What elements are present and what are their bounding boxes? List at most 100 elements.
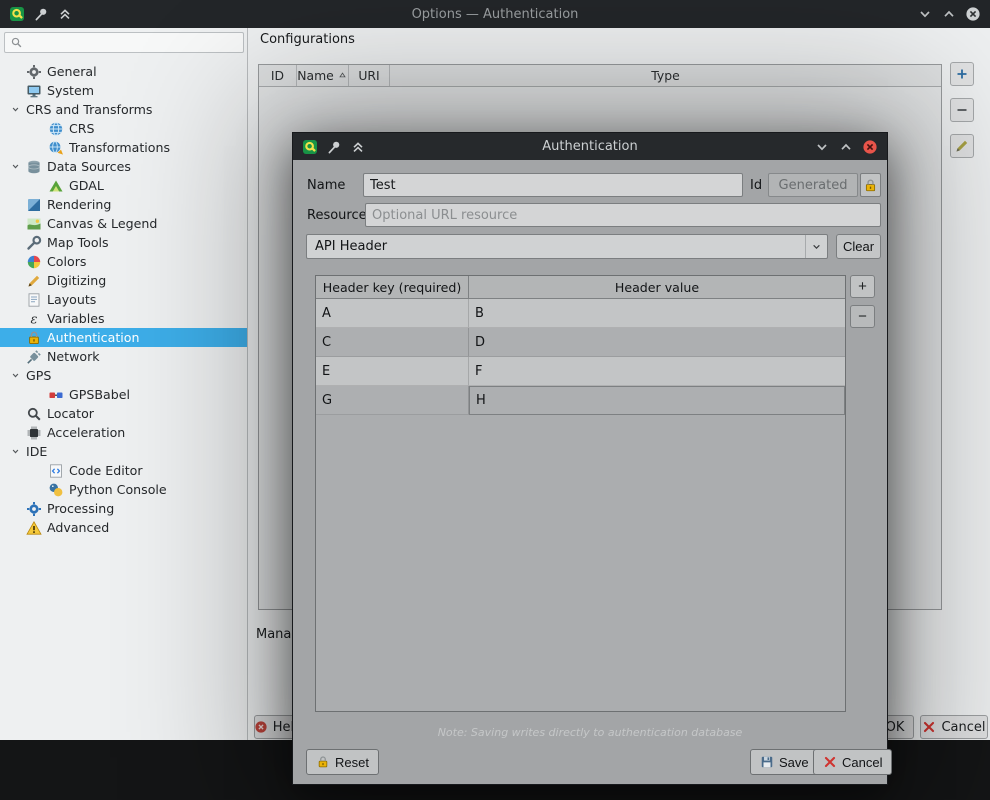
sidebar-item-label: GDAL [69,178,104,193]
sidebar-item-layouts[interactable]: Layouts [0,290,247,309]
remove-config-button[interactable] [950,98,974,122]
expander-chevron-icon[interactable] [4,445,26,458]
shade-double-chevron-up-icon[interactable] [57,6,73,22]
sidebar-item-gdal[interactable]: GDAL [0,176,247,195]
sidebar-item-general[interactable]: General [0,62,247,81]
header-value-cell[interactable]: H [469,386,845,415]
sidebar-item-variables[interactable]: ε Variables [0,309,247,328]
sidebar-item-locator[interactable]: Locator [0,404,247,423]
lock-icon [26,330,42,346]
sidebar-item-transformations[interactable]: Transformations [0,138,247,157]
canvas-icon [26,216,42,232]
transform-globe-icon [48,140,64,156]
sidebar-item-rendering[interactable]: Rendering [0,195,247,214]
shade-double-chevron-up-icon[interactable] [350,139,366,155]
expander-chevron-icon[interactable] [4,160,26,173]
gdal-icon [48,178,64,194]
clear-button[interactable]: Clear [836,234,881,259]
save-button[interactable]: Save [750,749,819,775]
sidebar-item-label: CRS [69,121,95,136]
sidebar-item-label: Variables [47,311,105,326]
header-key-cell[interactable]: A [316,299,469,328]
dialog-close-icon[interactable] [862,139,878,155]
column-header-uri[interactable]: URI [349,65,390,86]
sidebar-item-processing[interactable]: Processing [0,499,247,518]
expander-spacer [4,293,26,306]
expander-chevron-icon[interactable] [4,103,26,116]
sidebar-item-network[interactable]: Network [0,347,247,366]
kv-column-header-key[interactable]: Header key (required) [316,276,469,299]
expander-spacer [4,198,26,211]
maximize-chevron-up-icon[interactable] [941,6,957,22]
edit-config-button[interactable] [950,134,974,158]
sidebar-item-ide[interactable]: IDE [0,442,247,461]
gear-icon [26,64,42,80]
pin-icon[interactable] [326,139,342,155]
options-tree: GeneralSystemCRS and Transforms CRS Transf… [0,60,247,740]
column-header-type[interactable]: Type [390,65,941,86]
minimize-chevron-down-icon[interactable] [917,6,933,22]
close-icon[interactable] [965,6,981,22]
sidebar-item-crs[interactable]: CRS [0,119,247,138]
window-controls [917,6,981,22]
maximize-chevron-up-icon[interactable] [838,139,854,155]
header-value-cell[interactable]: D [469,328,845,357]
cancel-x-icon [823,755,837,769]
epsilon-icon: ε [26,311,42,327]
resource-field[interactable] [365,203,881,227]
sidebar-item-label: Rendering [47,197,111,212]
colors-icon [26,254,42,270]
auth-method-combo[interactable]: API Header [306,234,828,259]
header-row-4[interactable]: GH [316,386,845,415]
cancel-x-icon [922,720,936,734]
sidebar-item-crs-and-transforms[interactable]: CRS and Transforms [0,100,247,119]
cancel-button[interactable]: Cancel [920,715,988,739]
note-text: Note: Saving writes directly to authenti… [293,726,887,739]
dialog-cancel-button[interactable]: Cancel [813,749,892,775]
sort-asc-icon [337,70,348,81]
header-key-cell[interactable]: C [316,328,469,357]
column-header-name[interactable]: Name [297,65,349,86]
sidebar-item-data-sources[interactable]: Data Sources [0,157,247,176]
sidebar-item-python-console[interactable]: Python Console [0,480,247,499]
search-input[interactable] [27,36,238,50]
reset-button[interactable]: Reset [306,749,379,775]
column-header-id[interactable]: ID [259,65,297,86]
sidebar-item-label: Canvas & Legend [47,216,157,231]
header-row-2[interactable]: CD [316,328,845,357]
minimize-chevron-down-icon[interactable] [814,139,830,155]
sidebar-item-map-tools[interactable]: Map Tools [0,233,247,252]
search-box[interactable] [4,32,244,53]
add-header-button[interactable]: + [850,275,875,298]
kv-column-header-value[interactable]: Header value [469,276,845,299]
header-row-3[interactable]: EF [316,357,845,386]
sidebar-item-colors[interactable]: Colors [0,252,247,271]
name-field[interactable] [363,173,743,197]
qgis-logo-icon [9,6,25,22]
sidebar-item-canvas-legend[interactable]: Canvas & Legend [0,214,247,233]
add-config-button[interactable] [950,62,974,86]
sidebar-item-label: Network [47,349,100,364]
expander-chevron-icon[interactable] [4,369,26,382]
header-value-cell[interactable]: B [469,299,845,328]
sidebar-item-acceleration[interactable]: Acceleration [0,423,247,442]
header-value-cell[interactable]: F [469,357,845,386]
save-button-label: Save [779,755,809,770]
pin-icon[interactable] [33,6,49,22]
sidebar-item-authentication[interactable]: Authentication [0,328,247,347]
id-generated-field: Generated [768,173,858,197]
dialog-window-controls [814,139,878,155]
id-lock-button[interactable] [860,173,881,197]
header-kv-table-rows: ABCDEFGH [316,299,845,415]
header-key-cell[interactable]: G [316,386,469,415]
sidebar-item-system[interactable]: System [0,81,247,100]
sidebar-item-gpsbabel[interactable]: GPSBabel [0,385,247,404]
sidebar-item-code-editor[interactable]: Code Editor [0,461,247,480]
remove-header-button[interactable]: − [850,305,875,328]
sidebar-item-advanced[interactable]: Advanced [0,518,247,537]
sidebar-item-gps[interactable]: GPS [0,366,247,385]
sidebar-item-digitizing[interactable]: Digitizing [0,271,247,290]
header-key-cell[interactable]: E [316,357,469,386]
sidebar: GeneralSystemCRS and Transforms CRS Transf… [0,28,248,740]
header-row-1[interactable]: AB [316,299,845,328]
